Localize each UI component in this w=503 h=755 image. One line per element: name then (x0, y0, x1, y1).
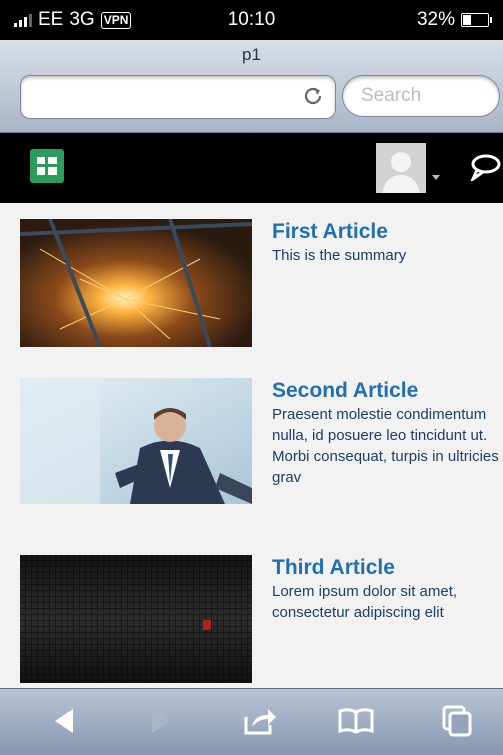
dark-grid-image (20, 555, 252, 683)
share-icon[interactable] (240, 701, 280, 741)
browser-toolbar (0, 688, 503, 755)
businessman-image (20, 378, 252, 504)
forward-icon[interactable] (140, 701, 180, 741)
avatar[interactable] (376, 143, 426, 193)
article-text: First Article This is the summary (272, 219, 503, 266)
chat-bubble-icon[interactable] (468, 153, 503, 181)
factory-sparks-image (20, 219, 252, 347)
bookmarks-icon[interactable] (336, 701, 376, 741)
article-item[interactable]: Third Article Lorem ipsum dolor sit amet… (20, 555, 503, 685)
browser-chrome: p1 (0, 40, 503, 133)
article-thumbnail[interactable] (20, 378, 252, 504)
grid-menu-icon[interactable] (30, 149, 64, 183)
tabs-icon[interactable] (436, 701, 476, 741)
article-item[interactable]: Second Article Praesent molestie condime… (20, 378, 503, 578)
article-title[interactable]: First Article (272, 219, 503, 245)
status-right: 32% (416, 9, 492, 31)
battery-icon (461, 13, 492, 27)
chevron-down-icon[interactable] (432, 175, 440, 180)
article-text: Second Article Praesent molestie condime… (272, 378, 503, 488)
article-item[interactable]: First Article This is the summary (20, 219, 503, 349)
article-list: First Article This is the summary Second… (0, 203, 503, 688)
back-icon[interactable] (45, 701, 85, 741)
user-silhouette-icon (376, 143, 426, 193)
article-summary: This is the summary (272, 247, 407, 264)
article-text: Third Article Lorem ipsum dolor sit amet… (272, 555, 503, 623)
status-bar: EE 3G VPN 10:10 32% (0, 0, 503, 40)
article-thumbnail[interactable] (20, 555, 252, 683)
article-thumbnail[interactable] (20, 219, 252, 347)
reload-icon[interactable] (301, 84, 325, 108)
article-summary: Lorem ipsum dolor sit amet, consectetur … (272, 583, 458, 621)
app-navbar (0, 133, 503, 203)
article-summary: Praesent molestie condimentum nulla, id … (272, 406, 499, 486)
url-field[interactable] (20, 75, 336, 119)
page-title: p1 (242, 45, 261, 64)
article-title[interactable]: Third Article (272, 555, 503, 581)
battery-percent: 32% (416, 9, 455, 30)
article-title[interactable]: Second Article (272, 378, 503, 404)
search-input[interactable] (342, 75, 500, 117)
